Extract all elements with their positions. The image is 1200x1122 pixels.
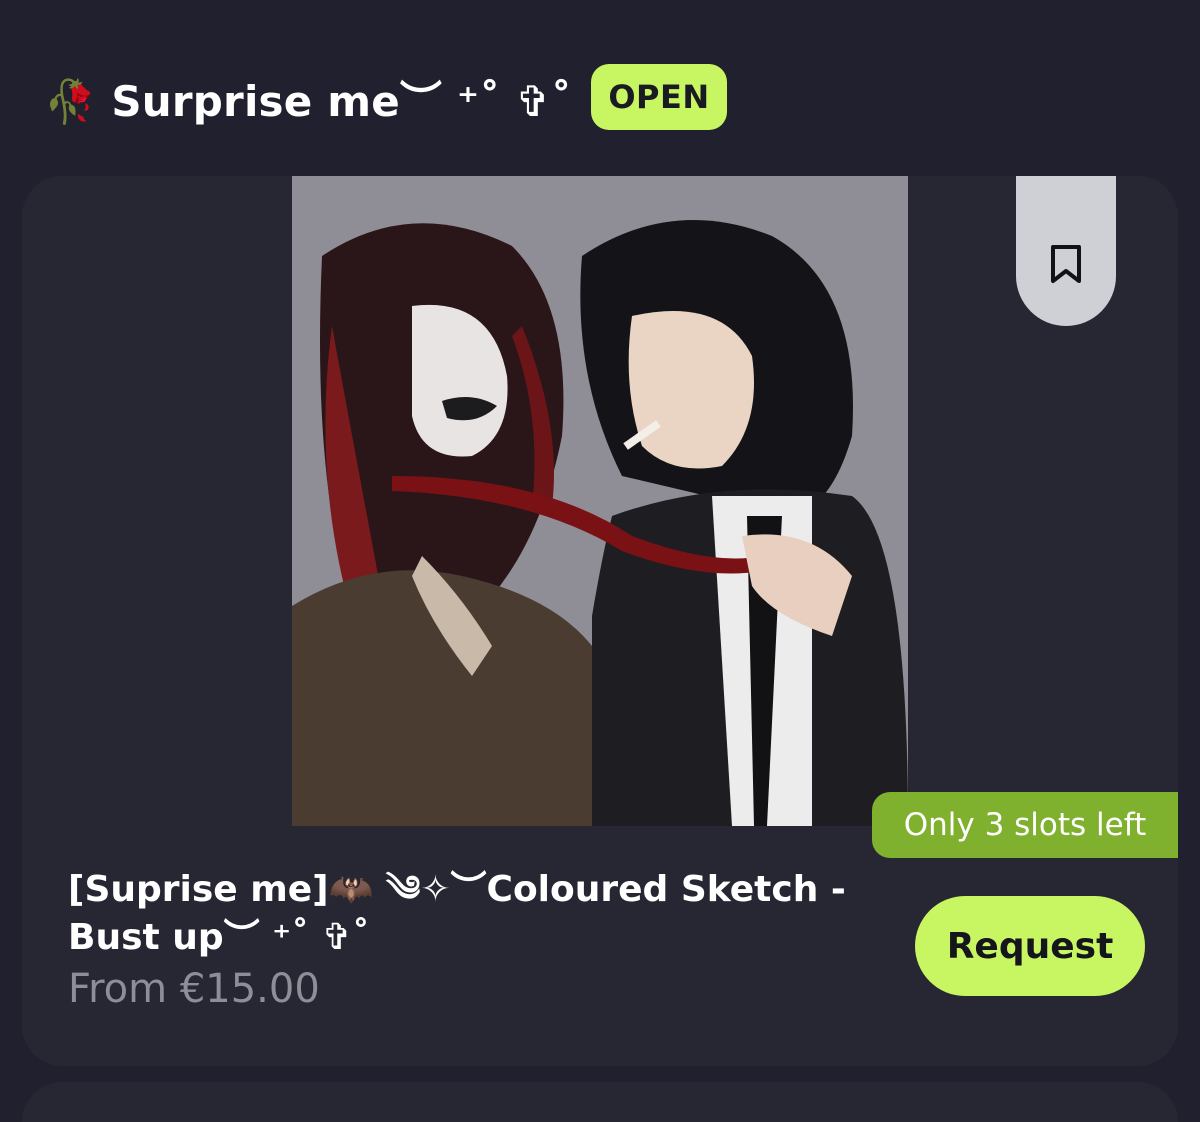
slots-left-badge: Only 3 slots left [872, 792, 1178, 858]
request-button[interactable]: Request [915, 896, 1145, 996]
bookmark-button[interactable] [1016, 176, 1116, 326]
section-title: 🥀 Surprise me︶ ⁺˚ ✞˚ [44, 76, 572, 126]
product-card[interactable]: Only 3 slots left [Suprise me]🦇 ༄✧︶Colou… [22, 176, 1178, 1066]
bookmark-icon [1051, 245, 1081, 283]
next-product-card[interactable] [22, 1082, 1178, 1122]
product-price: From €15.00 [68, 966, 320, 1012]
artwork-graphic [292, 176, 908, 826]
product-title: [Suprise me]🦇 ༄✧︶Coloured Sketch - Bust … [68, 869, 846, 958]
header: 🥀 Surprise me︶ ⁺˚ ✞˚ [44, 62, 572, 134]
status-badge: OPEN [591, 64, 727, 130]
illustration-image[interactable] [292, 176, 908, 826]
